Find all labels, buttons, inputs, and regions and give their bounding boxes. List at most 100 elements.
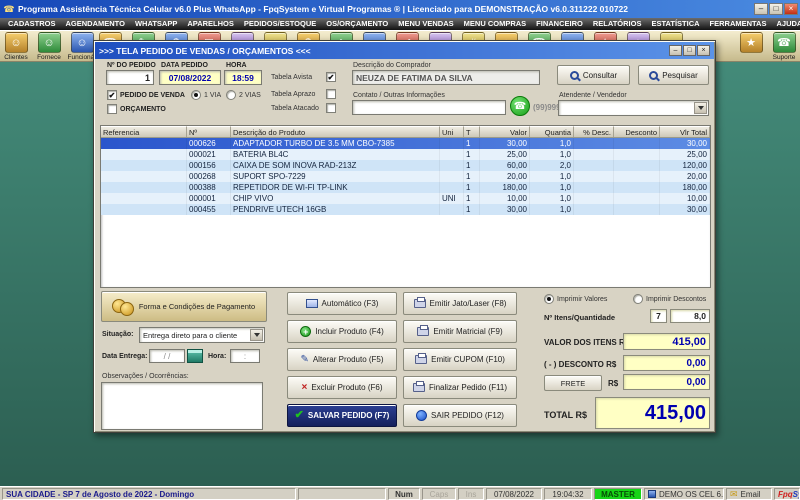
status-email-button[interactable]: ✉ Email (726, 488, 772, 500)
toolbar-button[interactable]: ★ (738, 32, 764, 61)
status-label: Situação: (102, 331, 134, 338)
print-receipt-button[interactable]: Emitir CUPOM (F10) (403, 348, 517, 371)
table-row[interactable]: 000001 CHIP VIVO UNI 1 10,00 1,0 10,00 (101, 193, 710, 204)
exit-order-button[interactable]: SAIR PEDIDO (F12) (403, 404, 517, 427)
menu-item[interactable]: FERRAMENTAS (705, 18, 772, 30)
salesperson-select[interactable] (558, 100, 709, 116)
table-row[interactable]: 000268 SUPORT SPO-7229 1 20,00 1,0 20,00 (101, 171, 710, 182)
payment-terms-button[interactable]: Forma e Condições de Pagamento (101, 291, 267, 322)
menu-item[interactable]: CADASTROS (3, 18, 61, 30)
menu-item[interactable]: FINANCEIRO (531, 18, 588, 30)
toolbar-button[interactable]: ☺ Funcionár (69, 32, 95, 61)
close-button[interactable]: × (784, 3, 798, 15)
order-number-field[interactable]: 1 (106, 70, 154, 85)
magnifier-icon (570, 71, 579, 80)
checkbox-icon (326, 103, 336, 113)
window-maximize-button[interactable]: □ (683, 45, 696, 56)
contact-field[interactable] (352, 100, 506, 115)
freight-button[interactable]: FRETE (544, 375, 602, 391)
menu-item[interactable]: OS/ORÇAMENTO (321, 18, 393, 30)
search-button[interactable]: Pesquisar (638, 65, 709, 85)
menu-item[interactable]: RELATÓRIOS (588, 18, 647, 30)
notes-label: Observações / Ocorrências: (102, 373, 189, 380)
table-row[interactable]: 000626 ADAPTADOR TURBO DE 3.5 MM CBO-738… (101, 138, 710, 149)
items-value-label: VALOR DOS ITENS R$ (544, 338, 629, 347)
checkbox-icon (326, 89, 336, 99)
cash-table-checkbox[interactable]: Tabela Avista (271, 72, 336, 82)
maximize-button[interactable]: □ (769, 3, 783, 15)
employees-icon: ☺ (71, 32, 94, 53)
menu-item[interactable]: ESTATÍSTICA (646, 18, 704, 30)
status-capslock: Caps (422, 488, 456, 500)
discount-value: 0,00 (623, 355, 710, 371)
table-row[interactable]: 000156 CAIXA DE SOM INOVA RAD-213Z 1 60,… (101, 160, 710, 171)
radio-icon (633, 294, 643, 304)
toolbar-button[interactable]: ☺ Clientes (3, 32, 29, 61)
table-row[interactable]: 000455 PENDRIVE UTECH 16GB 1 30,00 1,0 3… (101, 204, 710, 215)
menu-item[interactable]: WHATSAPP (130, 18, 182, 30)
items-quantity-value: 8,0 (670, 309, 710, 323)
window-minimize-button[interactable]: – (669, 45, 682, 56)
delivery-date-field[interactable]: / / (149, 349, 185, 363)
phone-mini-icon (648, 490, 656, 498)
finish-order-button[interactable]: Finalizar Pedido (F11) (403, 376, 517, 399)
order-window-titlebar[interactable]: >>> TELA PEDIDO DE VENDAS / ORÇAMENTOS <… (95, 42, 714, 59)
menu-item[interactable]: APARELHOS (182, 18, 239, 30)
items-count-label: Nº Itens/Quantidade (544, 313, 615, 322)
save-order-button[interactable]: ✔ SALVAR PEDIDO (F7) (287, 404, 397, 427)
term-table-checkbox[interactable]: Tabela Aprazo (271, 89, 336, 99)
menu-item[interactable]: MENU COMPRAS (459, 18, 532, 30)
radio-selected-icon (191, 90, 201, 100)
sale-order-checkbox[interactable]: PEDIDO DE VENDA (107, 90, 185, 100)
quote-checkbox[interactable]: ORÇAMENTO (107, 104, 166, 114)
printer-icon (414, 299, 426, 308)
grid-header: Referencia Nº Descrição do Produto Uni T… (101, 126, 710, 138)
delivery-time-field[interactable]: : (230, 349, 260, 363)
print-inkjet-button[interactable]: Emitir Jato/Laser (F8) (403, 292, 517, 315)
buyer-field[interactable]: NEUZA DE FATIMA DA SILVA (352, 70, 540, 85)
radio-icon (226, 90, 236, 100)
print-matrix-button[interactable]: Emitir Matricial (F9) (403, 320, 517, 343)
order-time-field[interactable]: 18:59 (224, 70, 262, 85)
delete-product-button[interactable]: × Excluir Produto (F6) (287, 376, 397, 399)
products-grid: Referencia Nº Descrição do Produto Uni T… (100, 125, 711, 288)
one-copy-radio[interactable]: 1 VIA (191, 90, 221, 100)
freight-value: 0,00 (623, 374, 710, 390)
delivery-date-label: Data Entrega: (102, 353, 148, 360)
suppliers-icon: ☺ (38, 32, 61, 53)
automatic-button[interactable]: Automático (F3) (287, 292, 397, 315)
total-value: 415,00 (595, 397, 710, 429)
titlebar: ☎ Programa Assistência Técnica Celular v… (0, 0, 800, 18)
wholesale-table-checkbox[interactable]: Tabela Atacado (271, 103, 336, 113)
print-discounts-radio[interactable]: Imprimir Descontos (633, 294, 706, 304)
salesperson-label: Atendente / Vendedor (559, 92, 627, 99)
order-date-label: DATA PEDIDO (161, 62, 208, 69)
status-location: SUA CIDADE - SP 7 de Agosto de 2022 - Do… (2, 488, 296, 500)
consult-button[interactable]: Consultar (557, 65, 630, 85)
menu-item[interactable]: MENU VENDAS (393, 18, 458, 30)
two-copies-radio[interactable]: 2 VIAS (226, 90, 261, 100)
menubar: CADASTROSAGENDAMENTOWHATSAPPAPARELHOSPED… (0, 18, 800, 30)
check-icon: ✔ (295, 410, 304, 421)
menu-item[interactable]: AJUDA (771, 18, 800, 30)
edit-product-button[interactable]: ✎ Alterar Produto (F5) (287, 348, 397, 371)
toolbar-button[interactable]: ☎ Suporte (771, 32, 797, 61)
menu-item[interactable]: AGENDAMENTO (61, 18, 130, 30)
clients-icon: ☺ (5, 32, 28, 53)
app-title: Programa Assistência Técnica Celular v6.… (18, 4, 754, 14)
print-values-radio[interactable]: Imprimir Valores (544, 294, 607, 304)
toolbar-button[interactable]: ☺ Fornece (36, 32, 62, 61)
menu-item[interactable]: PEDIDOS/ESTOQUE (239, 18, 321, 30)
table-row[interactable]: 000388 REPETIDOR DE WI-FI TP-LINK 1 180,… (101, 182, 710, 193)
notes-textarea[interactable] (101, 382, 263, 430)
chevron-down-icon (250, 329, 263, 341)
whatsapp-icon[interactable] (510, 96, 530, 116)
add-product-button[interactable]: + Incluir Produto (F4) (287, 320, 397, 343)
status-select[interactable]: Entrega direto para o cliente (139, 327, 265, 343)
table-row[interactable]: 000021 BATERIA BL4C 1 25,00 1,0 25,00 (101, 149, 710, 160)
minimize-button[interactable]: – (754, 3, 768, 15)
window-close-button[interactable]: × (697, 45, 710, 56)
total-label: TOTAL R$ (544, 410, 587, 420)
calendar-icon[interactable] (187, 349, 203, 363)
order-date-field[interactable]: 07/08/2022 (159, 70, 221, 85)
